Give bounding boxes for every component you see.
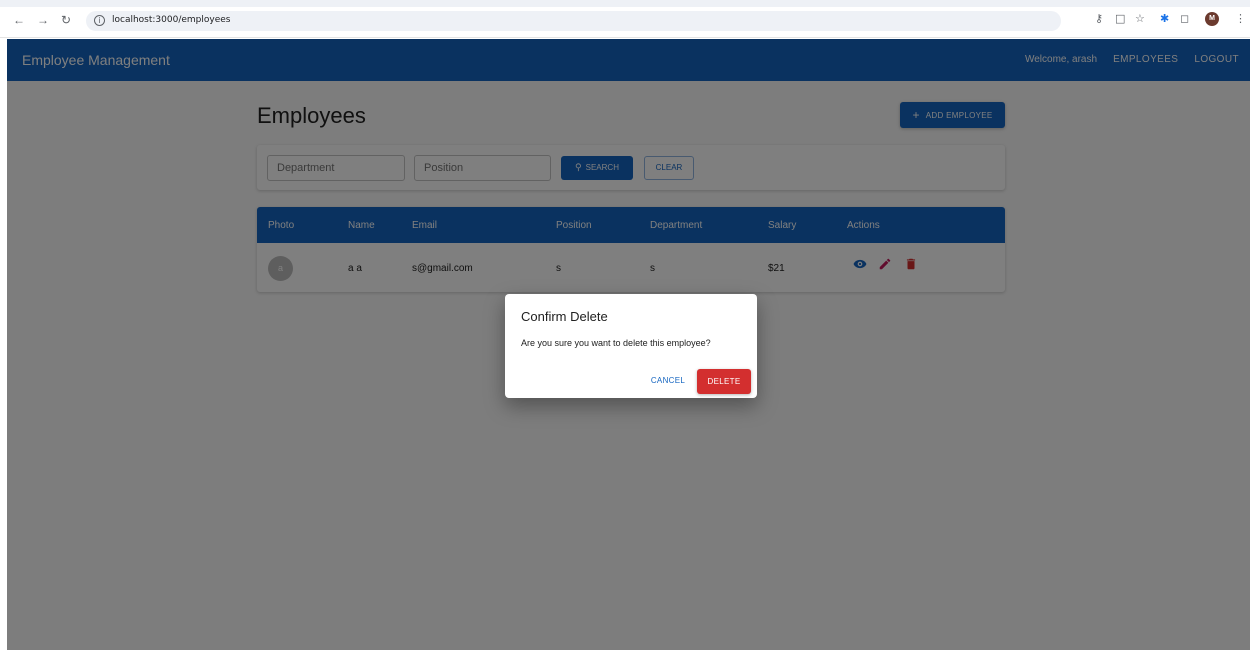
arrow-left-icon[interactable]: ←	[12, 14, 26, 26]
cancel-button[interactable]: CANCEL	[647, 370, 689, 392]
extension-pin-icon[interactable]: ✱	[1160, 13, 1169, 25]
extensions-icon[interactable]: ◻	[1180, 13, 1189, 25]
url-text: localhost:3000/employees	[112, 15, 231, 25]
delete-button[interactable]: DELETE	[697, 369, 751, 394]
cast-icon[interactable]: □	[1115, 13, 1125, 25]
reload-icon[interactable]: ↻	[59, 14, 73, 26]
arrow-right-icon[interactable]: →	[36, 14, 50, 26]
confirm-delete-dialog: Confirm Delete Are you sure you want to …	[505, 294, 757, 398]
star-icon[interactable]: ☆	[1135, 13, 1145, 25]
menu-dots-icon[interactable]: ⋮	[1235, 13, 1246, 25]
browser-toolbar: ← → ↻ i localhost:3000/employees ⚷ □ ☆ ✱…	[0, 0, 1250, 38]
profile-avatar[interactable]: M	[1205, 12, 1219, 26]
dialog-message: Are you sure you want to delete this emp…	[521, 338, 711, 348]
tab-strip	[0, 0, 1250, 7]
password-key-icon[interactable]: ⚷	[1095, 13, 1103, 25]
dialog-title: Confirm Delete	[521, 309, 608, 324]
site-info-icon[interactable]: i	[94, 15, 105, 26]
address-bar[interactable]: i localhost:3000/employees	[86, 11, 1061, 31]
